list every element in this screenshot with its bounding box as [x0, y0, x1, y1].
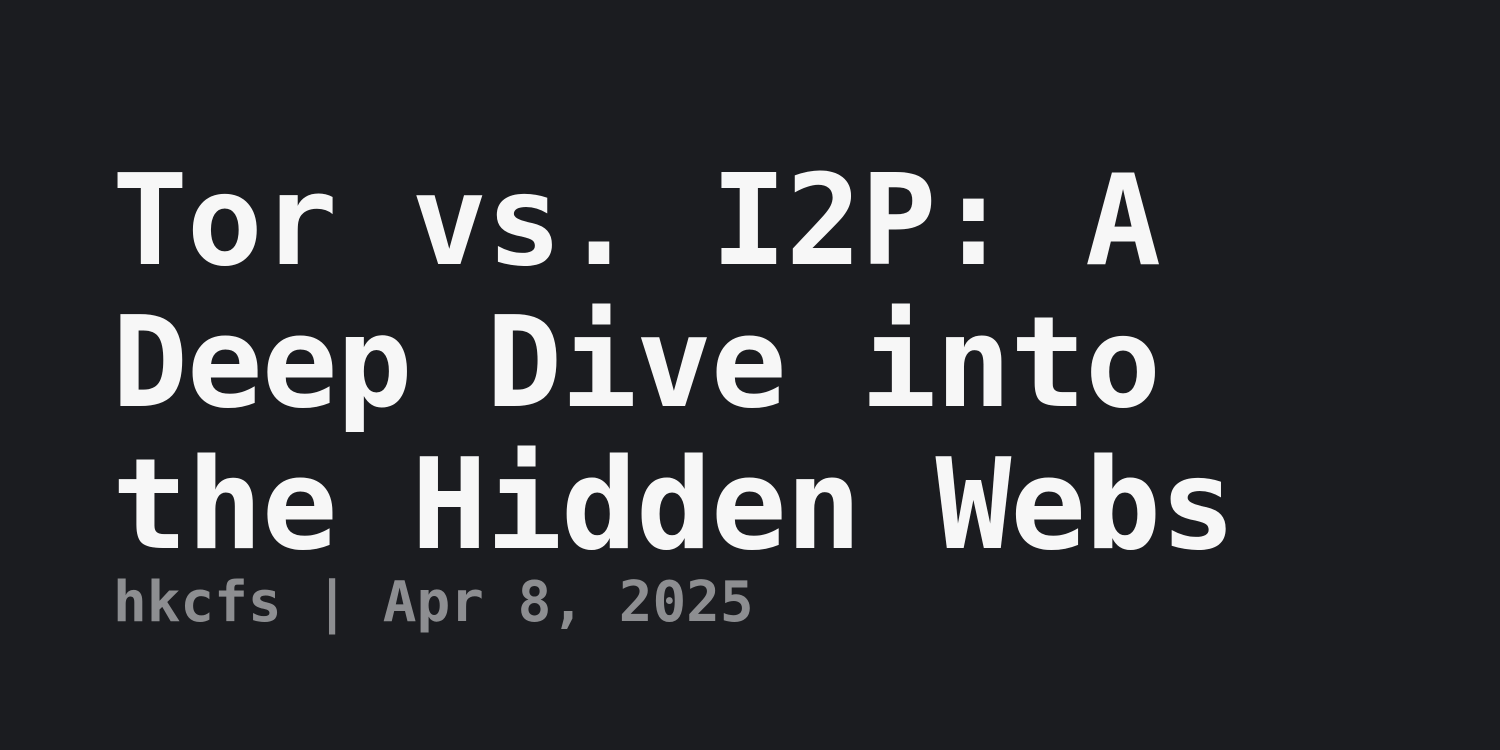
post-title: Tor vs. I2P: A Deep Dive into the Hidden… — [112, 150, 1412, 576]
post-title-line-3: the Hidden Webs — [112, 431, 1236, 578]
post-author: hkcfs — [113, 570, 282, 635]
post-date: Apr 8, 2025 — [382, 570, 754, 635]
meta-separator: | — [281, 570, 383, 635]
post-title-line-2: Deep Dive into — [112, 289, 1161, 436]
post-title-line-1: Tor vs. I2P: A — [112, 147, 1161, 294]
social-card: Tor vs. I2P: A Deep Dive into the Hidden… — [0, 0, 1500, 750]
post-meta: hkcfs | Apr 8, 2025 — [113, 570, 754, 636]
